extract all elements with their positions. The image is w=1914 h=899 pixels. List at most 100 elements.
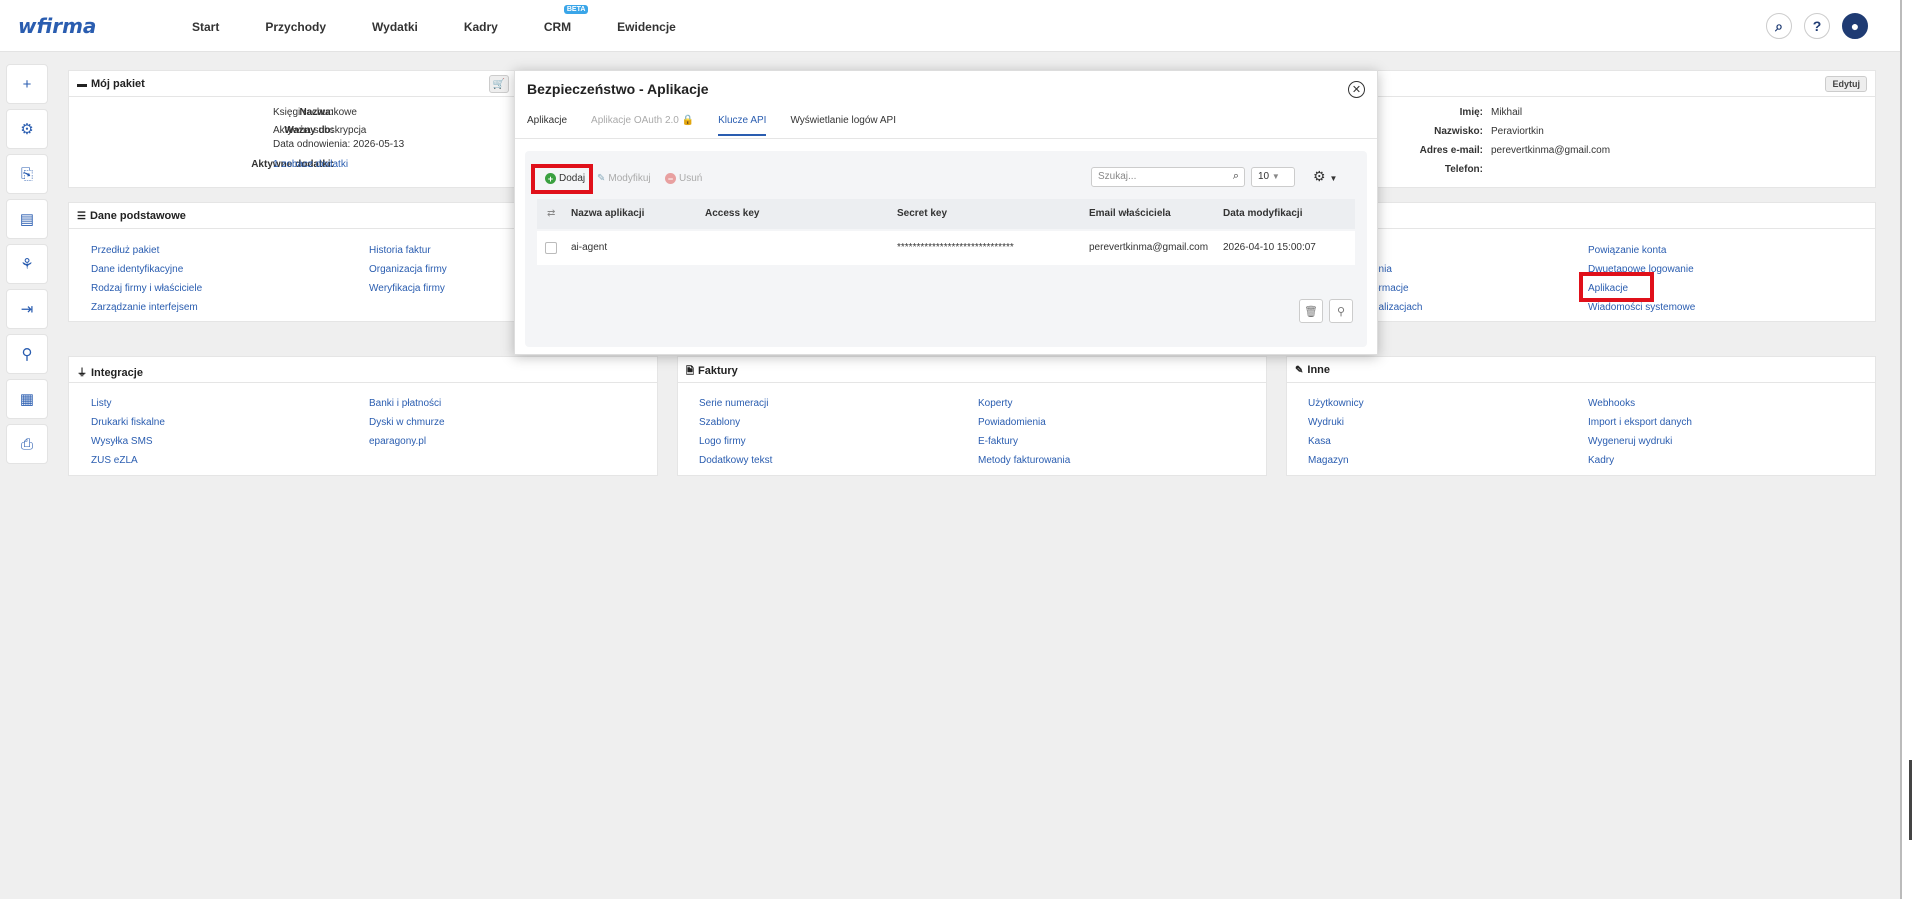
print-icon[interactable]: ⎙ <box>6 424 48 464</box>
integrations-header: ⏚ Integracje <box>69 357 657 383</box>
add-icon[interactable]: + <box>6 64 48 104</box>
search-icon[interactable]: ⌕ <box>1766 13 1792 39</box>
card-icon: ▬ <box>77 79 87 90</box>
nav-crm[interactable]: CRM BETA <box>544 5 589 34</box>
trash-icon[interactable]: 🗑 <box>1299 299 1323 323</box>
link-cash[interactable]: Kasa <box>1308 432 1364 451</box>
link-extra-text[interactable]: Dodatkowy tekst <box>699 451 772 470</box>
link-partial-2[interactable]: ormacje <box>1373 279 1422 298</box>
calendar-icon[interactable]: ▦ <box>6 379 48 419</box>
search-icon[interactable]: ⌕ <box>1233 170 1239 183</box>
link-partial-1[interactable]: enia <box>1373 260 1422 279</box>
nav-ewidencje[interactable]: Ewidencje <box>617 20 676 34</box>
link-invoicing-methods[interactable]: Metody fakturowania <box>978 451 1070 470</box>
package-panel: ▬ Mój pakiet 🛒 Nazwa: Księgi rachunkowe W… <box>68 70 518 188</box>
nav-start[interactable]: Start <box>192 20 219 34</box>
link-company-verification[interactable]: Weryfikacja firmy <box>369 279 447 298</box>
chevron-down-icon: ▼ <box>1271 172 1280 181</box>
link-two-step-login[interactable]: Dwuetapowe logowanie <box>1588 260 1695 279</box>
link-system-messages[interactable]: Wiadomości systemowe <box>1588 298 1695 317</box>
link-templates[interactable]: Szablony <box>699 413 772 432</box>
user-search-icon[interactable]: ⚲ <box>6 334 48 374</box>
link-partial-3[interactable]: ualizacjach <box>1373 298 1422 317</box>
per-page-select[interactable]: 10 ▼ <box>1251 167 1295 187</box>
delete-button[interactable]: − Usuń <box>665 173 702 184</box>
nav-przychody[interactable]: Przychody <box>265 20 326 34</box>
link-account-linking[interactable]: Powiązanie konta <box>1588 241 1695 260</box>
link-hr[interactable]: Kadry <box>1588 451 1692 470</box>
beta-badge: BETA <box>563 5 589 14</box>
close-icon[interactable]: ✕ <box>1348 81 1365 98</box>
link-import-export[interactable]: Import i eksport danych <box>1588 413 1692 432</box>
other-panel: ✎ Inne Użytkownicy Wydruki Kasa Magazyn W… <box>1286 356 1876 476</box>
link-company-type[interactable]: Rodzaj firmy i właściciele <box>91 279 202 298</box>
col-app-name[interactable]: Nazwa aplikacji <box>571 208 644 219</box>
link-logo[interactable]: Logo firmy <box>699 432 772 451</box>
other-title: Inne <box>1307 364 1331 376</box>
user-icon[interactable]: ● <box>1842 13 1868 39</box>
link-notifications[interactable]: Powiadomienia <box>978 413 1070 432</box>
tab-applications[interactable]: Aplikacje <box>527 107 567 136</box>
search-input[interactable]: Szukaj... ⌕ <box>1091 167 1245 187</box>
link-einvoices[interactable]: E-faktury <box>978 432 1070 451</box>
link-interface[interactable]: Zarządzanie interfejsem <box>91 298 202 317</box>
add-button[interactable]: + Dodaj <box>545 173 585 184</box>
col-secret-key[interactable]: Secret key <box>897 208 947 219</box>
link-users[interactable]: Użytkownicy <box>1308 394 1364 413</box>
col-modified-date[interactable]: Data modyfikacji <box>1223 208 1302 219</box>
cell-modified-date: 2026-04-10 15:00:07 <box>1223 242 1316 253</box>
filter-icon[interactable]: ⚲ <box>1329 299 1353 323</box>
first-name-value: Mikhail <box>1491 107 1523 118</box>
link-zus[interactable]: ZUS eZLA <box>91 451 165 470</box>
link-banks[interactable]: Banki i płatności <box>369 394 445 413</box>
valid-value: Aktywna subskrypcja <box>273 125 367 136</box>
link-printouts[interactable]: Wydruki <box>1308 413 1364 432</box>
link-letters[interactable]: Listy <box>91 394 165 413</box>
integrations-col2: Banki i płatności Dyski w chmurze eparag… <box>369 394 445 451</box>
link-company-organization[interactable]: Organizacja firmy <box>369 260 447 279</box>
link-webhooks[interactable]: Webhooks <box>1588 394 1692 413</box>
email-value: perevertkinma@gmail.com <box>1491 145 1611 156</box>
settings-icon[interactable]: ⚙ <box>6 109 48 149</box>
link-identification[interactable]: Dane identyfikacyjne <box>91 260 202 279</box>
table-row[interactable]: ai-agent ****************************** … <box>537 231 1355 265</box>
link-sms[interactable]: Wysyłka SMS <box>91 432 165 451</box>
wrench-icon: ✎ <box>1295 365 1304 376</box>
link-numbering[interactable]: Serie numeracji <box>699 394 772 413</box>
link-fiscal-printers[interactable]: Drukarki fiskalne <box>91 413 165 432</box>
invoices-title: Faktury <box>698 365 738 377</box>
plug-icon: ⏚ <box>77 368 87 379</box>
link-eparagony[interactable]: eparagony.pl <box>369 432 445 451</box>
link-generate-printouts[interactable]: Wygeneruj wydruki <box>1588 432 1692 451</box>
help-icon[interactable]: ? <box>1804 13 1830 39</box>
tab-oauth-label: Aplikacje OAuth 2.0 <box>591 115 679 126</box>
link-cloud[interactable]: Dyski w chmurze <box>369 413 445 432</box>
tab-oauth[interactable]: Aplikacje OAuth 2.0 🔒 <box>591 107 694 136</box>
cell-app-name: ai-agent <box>571 242 608 253</box>
package-panel-title: Mój pakiet <box>91 78 145 90</box>
modify-button[interactable]: ✎ Modyfikuj <box>597 173 651 184</box>
sort-icon[interactable]: ⇄ <box>547 208 555 219</box>
link-extend-package[interactable]: Przedłuż pakiet <box>91 241 202 260</box>
col-owner-email[interactable]: Email właściciela <box>1089 208 1171 219</box>
handshake-icon[interactable]: ⚘ <box>6 244 48 284</box>
edit-button[interactable]: Edytuj <box>1825 76 1867 92</box>
tab-api-keys[interactable]: Klucze API <box>718 107 767 136</box>
addons-link[interactable]: 1 zobacz dodatki <box>273 159 348 170</box>
link-envelopes[interactable]: Koperty <box>978 394 1070 413</box>
document-add-icon[interactable]: ⎘ <box>6 154 48 194</box>
document-icon[interactable]: ▤ <box>6 199 48 239</box>
plus-icon: + <box>545 173 556 184</box>
cart-icon[interactable]: 🛒 <box>489 75 509 93</box>
link-warehouse[interactable]: Magazyn <box>1308 451 1364 470</box>
nav-kadry[interactable]: Kadry <box>464 20 498 34</box>
link-invoice-history[interactable]: Historia faktur <box>369 241 447 260</box>
tab-api-logs[interactable]: Wyświetlanie logów API <box>790 107 896 136</box>
logo[interactable]: wfirma <box>18 14 96 38</box>
nav-wydatki[interactable]: Wydatki <box>372 20 418 34</box>
row-checkbox[interactable] <box>545 242 557 254</box>
link-applications[interactable]: Aplikacje <box>1588 279 1695 298</box>
col-access-key[interactable]: Access key <box>705 208 760 219</box>
import-icon[interactable]: ⇥ <box>6 289 48 329</box>
gear-icon[interactable]: ⚙ ▼ <box>1313 168 1337 185</box>
